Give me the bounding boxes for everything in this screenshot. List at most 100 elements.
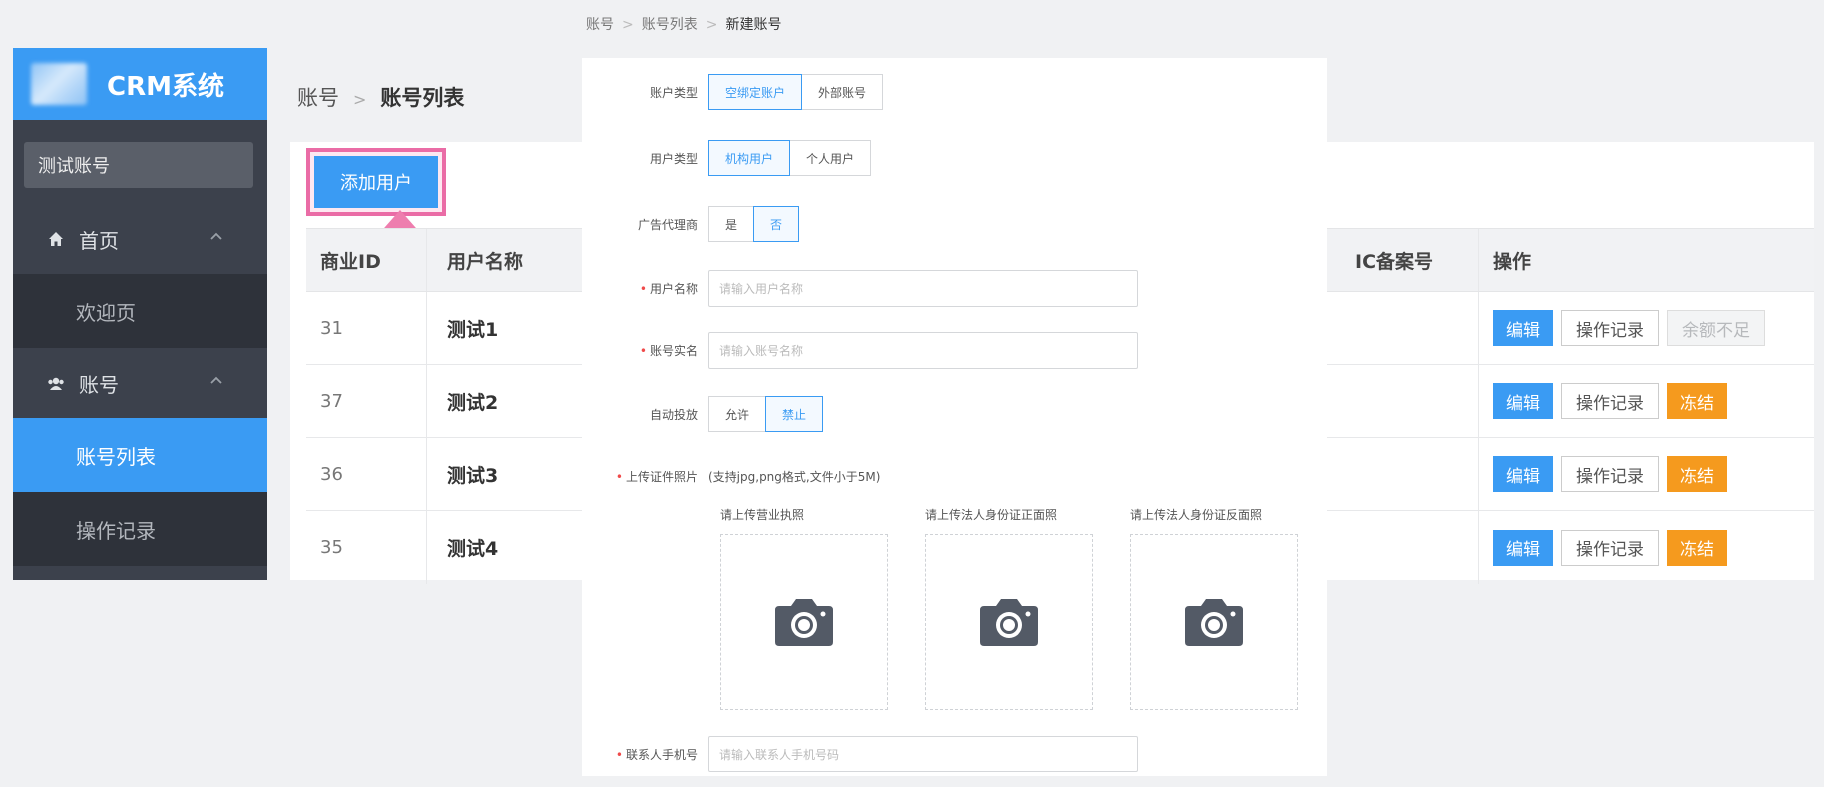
required-mark: • (615, 747, 623, 762)
camera-icon (1185, 599, 1243, 646)
freeze-button[interactable]: 冻结 (1667, 383, 1727, 419)
sidebar: CRM系统 测试账号 首页 欢迎页 账号 账号列表 操作记录 (13, 48, 267, 580)
breadcrumb-separator: > (705, 17, 718, 33)
sidebar-group-label: 首页 (79, 228, 119, 253)
sidebar-item-operation-log[interactable]: 操作记录 (13, 492, 267, 566)
agent-toggle: 是 否 (708, 206, 800, 242)
home-icon (47, 230, 65, 248)
sidebar-group-label: 账号 (79, 372, 119, 397)
field-label: 自动投放 (649, 407, 698, 422)
add-user-button[interactable]: 添加用户 (314, 156, 438, 208)
header-id: 商业ID (306, 229, 427, 291)
user-type-toggle: 机构用户 个人用户 (708, 140, 872, 176)
sidebar-item-label: 账号列表 (76, 444, 156, 469)
agent-row: 广告代理商 是 否 (582, 206, 1327, 242)
field-label: 用户类型 (649, 151, 698, 166)
logo-icon (31, 63, 87, 105)
add-button-highlight: 添加用户 (306, 148, 446, 216)
breadcrumb-root[interactable]: 账号 (586, 17, 614, 33)
current-user[interactable]: 测试账号 (24, 142, 253, 188)
brand-bar: CRM系统 (13, 48, 267, 120)
field-label-text: 联系人手机号 (625, 747, 698, 762)
camera-icon (775, 599, 833, 646)
option-no[interactable]: 否 (753, 206, 800, 242)
field-label: 广告代理商 (637, 217, 698, 232)
camera-icon (980, 599, 1038, 646)
new-account-form: 账户类型 空绑定账户 外部账号 用户类型 机构用户 个人用户 广告代理商 是 否… (582, 58, 1327, 776)
account-type-row: 账户类型 空绑定账户 外部账号 (582, 74, 1327, 110)
upload-title-id-back: 请上传法人身份证反面照 (1130, 508, 1263, 522)
field-label: • 联系人手机号 (582, 746, 708, 763)
upload-box-id-front[interactable] (925, 534, 1093, 710)
field-label: 账户类型 (649, 85, 698, 100)
edit-button[interactable]: 编辑 (1493, 383, 1553, 419)
breadcrumb-list[interactable]: 账号列表 (642, 17, 698, 33)
sidebar-item-label: 操作记录 (76, 518, 156, 543)
upload-row: • 上传证件照片 (支持jpg,png格式,文件小于5M) (582, 468, 1327, 485)
brand-title: CRM系统 (107, 71, 224, 102)
breadcrumb-root[interactable]: 账号 (297, 86, 339, 110)
field-label-text: 上传证件照片 (625, 470, 698, 484)
cell-actions: 编辑 操作记录 冻结 (1478, 365, 1727, 437)
chevron-up-icon (210, 232, 222, 240)
option-allow[interactable]: 允许 (708, 396, 766, 432)
cell-id: 35 (306, 511, 427, 584)
freeze-button[interactable]: 冻结 (1667, 529, 1727, 566)
cell-name: 测试2 (447, 391, 499, 414)
cell-actions: 编辑 操作记录 余额不足 (1478, 292, 1765, 364)
operation-log-button[interactable]: 操作记录 (1561, 310, 1659, 346)
breadcrumb-current: 账号列表 (380, 86, 465, 110)
upload-title-license: 请上传营业执照 (720, 508, 805, 522)
cell-id: 31 (306, 292, 427, 364)
account-name-input[interactable]: 请输入账号名称 (708, 332, 1138, 369)
operation-log-button[interactable]: 操作记录 (1561, 383, 1659, 419)
user-name-row: • 用户名称 请输入用户名称 (582, 270, 1327, 307)
breadcrumb-separator: > (622, 17, 634, 33)
user-name-input[interactable]: 请输入用户名称 (708, 270, 1138, 307)
edit-button[interactable]: 编辑 (1493, 310, 1553, 346)
option-unbound-account[interactable]: 空绑定账户 (708, 74, 803, 110)
upload-box-license[interactable] (720, 534, 888, 710)
sidebar-group-account[interactable]: 账号 (13, 348, 267, 418)
upload-title-id-front: 请上传法人身份证正面照 (925, 508, 1058, 522)
edit-button[interactable]: 编辑 (1493, 456, 1553, 492)
option-org-user[interactable]: 机构用户 (708, 140, 791, 176)
user-type-row: 用户类型 机构用户 个人用户 (582, 140, 1327, 176)
breadcrumb: 账号 > 账号列表 (297, 82, 464, 112)
field-label: • 用户名称 (582, 280, 708, 297)
account-name-row: • 账号实名 请输入账号名称 (582, 332, 1327, 369)
header-op: 操作 (1478, 229, 1531, 291)
account-type-toggle: 空绑定账户 外部账号 (708, 74, 884, 110)
option-external-account[interactable]: 外部账号 (802, 74, 884, 110)
field-label-text: 用户名称 (649, 282, 698, 296)
edit-button[interactable]: 编辑 (1493, 529, 1553, 566)
phone-row: • 联系人手机号 请输入联系人手机号码 (582, 736, 1327, 772)
option-yes[interactable]: 是 (708, 206, 754, 242)
user-group-icon (47, 374, 65, 392)
field-label: • 账号实名 (582, 342, 708, 359)
user-name: 测试账号 (38, 156, 110, 177)
cell-name: 测试1 (447, 318, 499, 341)
cell-actions: 编辑 操作记录 冻结 (1478, 438, 1727, 510)
upload-hint: (支持jpg,png格式,文件小于5M) (708, 470, 881, 484)
cell-actions: 编辑 操作记录 冻结 (1478, 511, 1727, 584)
operation-log-button[interactable]: 操作记录 (1561, 456, 1659, 492)
header-name: 用户名称 (447, 250, 524, 273)
phone-input[interactable]: 请输入联系人手机号码 (708, 736, 1138, 772)
required-mark: • (615, 470, 623, 484)
sidebar-item-label: 欢迎页 (76, 300, 136, 325)
option-forbid[interactable]: 禁止 (765, 396, 824, 432)
chevron-up-icon (210, 376, 222, 384)
auto-delivery-row: 自动投放 允许 禁止 (582, 396, 1327, 432)
freeze-button[interactable]: 冻结 (1667, 456, 1727, 492)
operation-log-button[interactable]: 操作记录 (1561, 529, 1659, 566)
upload-box-id-back[interactable] (1130, 534, 1298, 710)
sidebar-item-account-list[interactable]: 账号列表 (13, 418, 267, 492)
breadcrumb-separator: > (353, 90, 367, 109)
option-personal-user[interactable]: 个人用户 (790, 140, 872, 176)
field-label: • 上传证件照片 (582, 468, 708, 485)
sidebar-group-home[interactable]: 首页 (13, 204, 267, 274)
cell-name: 测试3 (447, 464, 499, 487)
sidebar-item-welcome[interactable]: 欢迎页 (13, 274, 267, 348)
header-ic: IC备案号 (1355, 250, 1434, 273)
